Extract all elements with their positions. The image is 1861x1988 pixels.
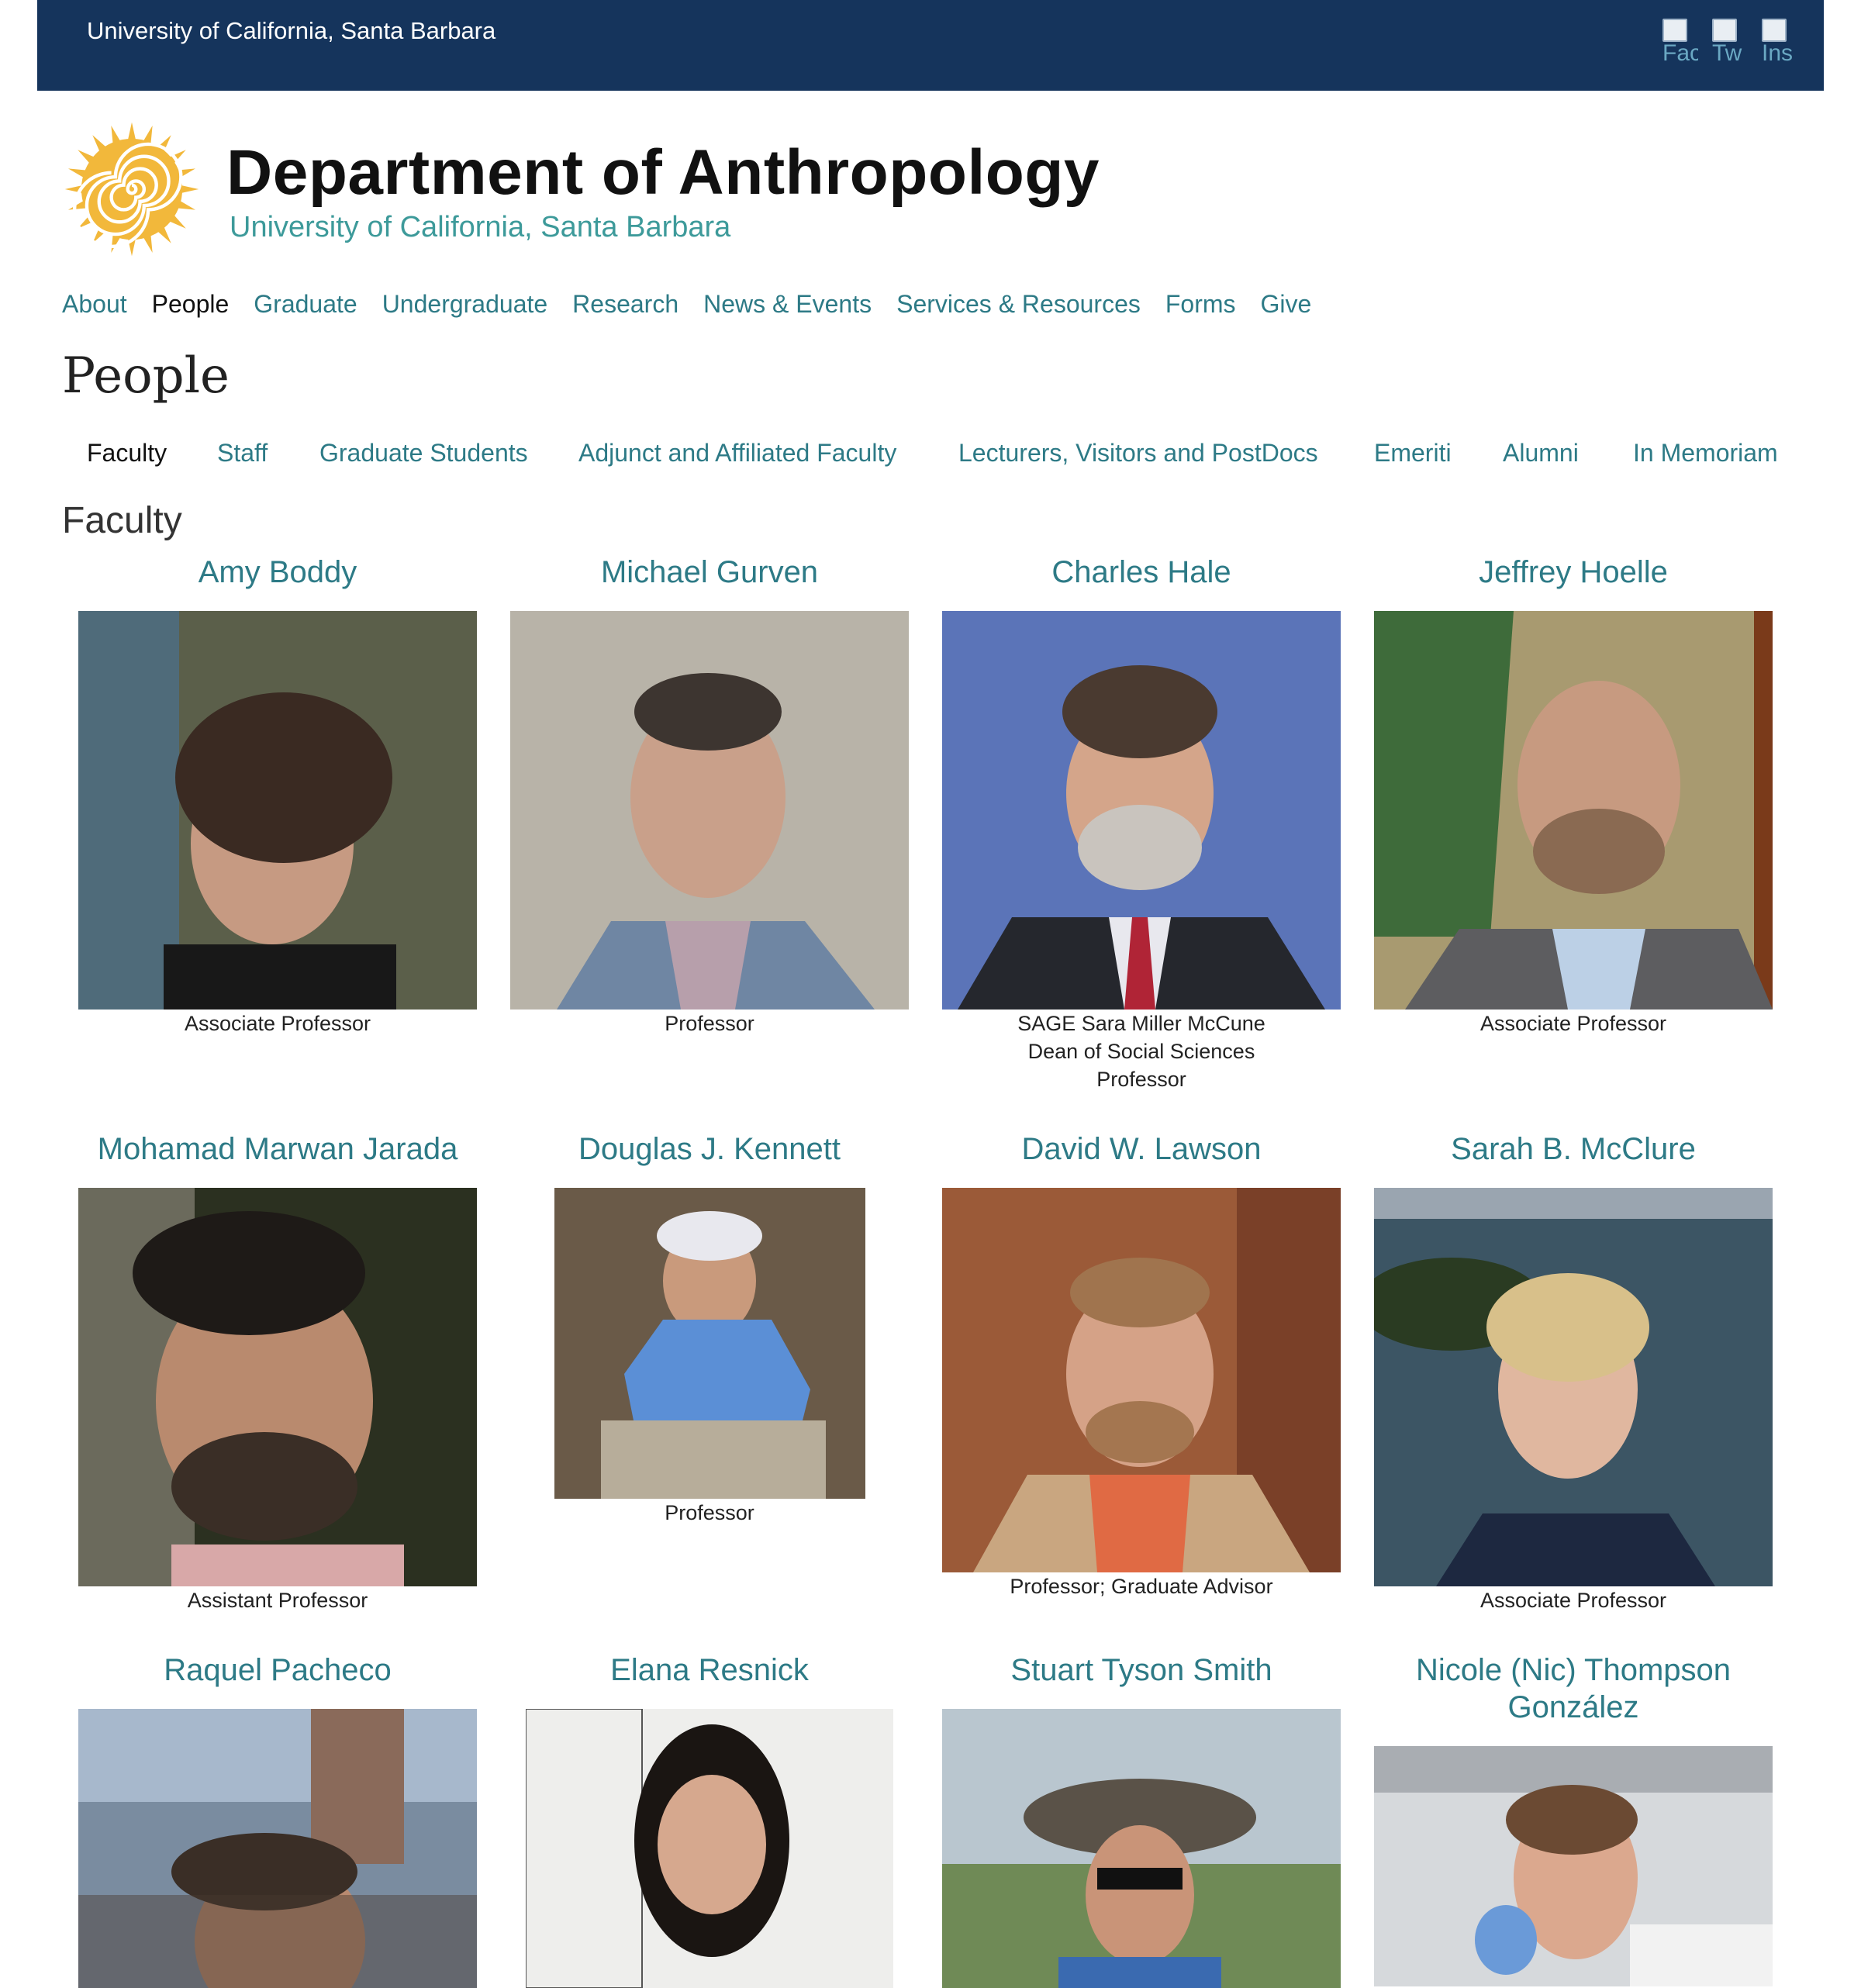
section-title: Faculty — [62, 500, 182, 541]
faculty-card: Amy Boddy Associate Professor — [78, 554, 478, 1037]
nav-news-events[interactable]: News & Events — [703, 290, 872, 319]
nav-forms[interactable]: Forms — [1165, 290, 1236, 319]
faculty-card: Stuart Tyson Smith — [941, 1651, 1341, 1988]
top-bar: University of California, Santa Barbara … — [37, 0, 1824, 91]
department-subtitle: University of California, Santa Barbara — [230, 211, 731, 243]
faculty-name[interactable]: Stuart Tyson Smith — [941, 1651, 1341, 1689]
faculty-name[interactable]: Douglas J. Kennett — [509, 1130, 910, 1168]
faculty-title: Assistant Professor — [187, 1589, 368, 1612]
faculty-photo[interactable] — [1374, 1746, 1773, 1986]
page-title: People — [62, 347, 230, 405]
faculty-name[interactable]: Jeffrey Hoelle — [1373, 554, 1773, 591]
social-links: Fac Tw Ins — [1662, 19, 1797, 70]
faculty-card: Michael Gurven Professor — [509, 554, 910, 1037]
nav-research[interactable]: Research — [572, 290, 678, 319]
faculty-card: Mohamad Marwan Jarada Assistant Professo… — [78, 1130, 478, 1614]
faculty-name[interactable]: Mohamad Marwan Jarada — [78, 1130, 478, 1168]
faculty-name[interactable]: David W. Lawson — [941, 1130, 1341, 1168]
faculty-card: David W. Lawson Professor; Graduate Advi… — [941, 1130, 1341, 1600]
faculty-title: Professor — [665, 1012, 754, 1035]
faculty-card: Sarah B. McClure Associate Professor — [1373, 1130, 1773, 1614]
faculty-title: Professor — [665, 1501, 754, 1524]
faculty-photo[interactable] — [510, 611, 909, 1010]
university-link[interactable]: University of California, Santa Barbara — [87, 17, 495, 45]
faculty-name[interactable]: Charles Hale — [941, 554, 1341, 591]
faculty-title: SAGE Sara Miller McCune Dean of Social S… — [1017, 1012, 1265, 1091]
nav-graduate[interactable]: Graduate — [254, 290, 357, 319]
faculty-name[interactable]: Michael Gurven — [509, 554, 910, 591]
instagram-alt-text: Ins — [1762, 40, 1794, 66]
twitter-alt-text: Tw — [1712, 40, 1742, 66]
subnav-lecturers-visitors[interactable]: Lecturers, Visitors and PostDocs — [958, 439, 1318, 468]
facebook-alt-text: Fac — [1662, 40, 1698, 66]
subnav-graduate-students[interactable]: Graduate Students — [319, 439, 528, 468]
subnav-emeriti[interactable]: Emeriti — [1374, 439, 1452, 468]
faculty-card: Elana Resnick — [509, 1651, 910, 1988]
faculty-photo[interactable] — [78, 611, 477, 1010]
faculty-photo[interactable] — [554, 1188, 865, 1499]
subnav-in-memoriam[interactable]: In Memoriam — [1633, 439, 1778, 468]
faculty-card: Jeffrey Hoelle Associate Professor — [1373, 554, 1773, 1037]
nav-services-resources[interactable]: Services & Resources — [896, 290, 1141, 319]
faculty-card: Douglas J. Kennett Professor — [509, 1130, 910, 1527]
faculty-title: Associate Professor — [184, 1012, 371, 1035]
faculty-photo[interactable] — [942, 611, 1341, 1010]
faculty-title: Professor; Graduate Advisor — [1010, 1575, 1273, 1598]
faculty-title: Associate Professor — [1479, 1012, 1667, 1035]
faculty-photo[interactable] — [1374, 611, 1773, 1010]
faculty-title: Associate Professor — [1479, 1589, 1667, 1612]
instagram-icon[interactable]: Ins — [1762, 19, 1797, 70]
subnav-alumni[interactable]: Alumni — [1503, 439, 1579, 468]
faculty-name[interactable]: Sarah B. McClure — [1373, 1130, 1773, 1168]
subnav-faculty[interactable]: Faculty — [87, 439, 167, 468]
department-title[interactable]: Department of Anthropology — [226, 136, 1100, 209]
main-nav: About People Graduate Undergraduate Rese… — [62, 290, 1311, 319]
faculty-photo[interactable] — [942, 1188, 1341, 1572]
faculty-photo[interactable] — [1374, 1188, 1773, 1586]
twitter-icon[interactable]: Tw — [1712, 19, 1748, 70]
faculty-photo[interactable] — [942, 1709, 1341, 1988]
faculty-name[interactable]: Raquel Pacheco — [78, 1651, 478, 1689]
sun-logo-icon[interactable] — [64, 121, 200, 257]
faculty-name[interactable]: Nicole (Nic) Thompson González — [1373, 1651, 1773, 1726]
nav-about[interactable]: About — [62, 290, 127, 319]
faculty-card: Raquel Pacheco — [78, 1651, 478, 1988]
subnav-staff[interactable]: Staff — [217, 439, 268, 468]
faculty-photo[interactable] — [526, 1709, 893, 1988]
faculty-photo[interactable] — [78, 1188, 477, 1586]
faculty-card: Charles Hale SAGE Sara Miller McCune Dea… — [941, 554, 1341, 1093]
facebook-icon[interactable]: Fac — [1662, 19, 1698, 70]
faculty-card: Nicole (Nic) Thompson González — [1373, 1651, 1773, 1986]
faculty-name[interactable]: Amy Boddy — [78, 554, 478, 591]
nav-undergraduate[interactable]: Undergraduate — [382, 290, 547, 319]
faculty-photo[interactable] — [78, 1709, 477, 1988]
nav-give[interactable]: Give — [1261, 290, 1312, 319]
faculty-name[interactable]: Elana Resnick — [509, 1651, 910, 1689]
nav-people[interactable]: People — [152, 290, 230, 319]
subnav-adjunct-affiliated[interactable]: Adjunct and Affiliated Faculty — [578, 439, 896, 468]
